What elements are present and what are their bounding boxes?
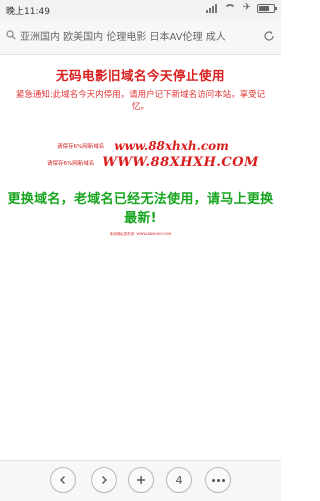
- domain-link-1[interactable]: www.88xhxh.com: [114, 139, 229, 153]
- menu-button[interactable]: [205, 467, 231, 493]
- forward-button[interactable]: [91, 467, 117, 493]
- more-icon: [211, 478, 225, 482]
- tab-count-button[interactable]: 4: [166, 467, 192, 493]
- domain-link-2[interactable]: WWW.88XHXH.COM: [102, 155, 259, 170]
- back-button[interactable]: [50, 467, 76, 493]
- new-tab-button[interactable]: [128, 467, 154, 493]
- address-bar[interactable]: 亚洲国内 欧美国内 伦理电影 日本AV伦理 成人: [0, 20, 281, 55]
- domain-label-2: 请保存6%网新域名: [47, 160, 95, 167]
- address-text[interactable]: 亚洲国内 欧美国内 伦理电影 日本AV伦理 成人: [20, 31, 256, 45]
- domain-label-1: 请保存6%网新域名: [57, 144, 105, 150]
- page-content: 无码电影旧域名今天停止使用 紧急通知:此域名今天内停用，请用户记下新域名访问本站…: [0, 55, 281, 460]
- status-icons: ✈: [205, 2, 277, 13]
- browser-toolbar: 4: [0, 460, 281, 501]
- domain-row-1: 请保存6%网新域名 www.88xhxh.com: [57, 139, 229, 153]
- status-bar: 晚上11:49 ✈: [0, 0, 281, 20]
- refresh-icon[interactable]: [263, 30, 275, 42]
- wifi-icon: [223, 3, 237, 13]
- signal-icon: [205, 3, 217, 13]
- domain-row-2: 请保存6%网新域名 WWW.88XHXH.COM: [47, 155, 259, 170]
- chevron-left-icon: [60, 476, 65, 484]
- airplane-icon: ✈: [242, 2, 251, 13]
- footnote: 本站网址发布页: WWW.88XHXH.COM: [109, 232, 172, 236]
- status-time: 晚上11:49: [6, 7, 50, 17]
- search-icon: [6, 30, 16, 40]
- chevron-right-icon: [102, 476, 107, 484]
- change-domain-warning: 更换域名，老域名已经无法使用，请马上更换最新!: [7, 192, 274, 226]
- plus-icon: [137, 476, 145, 484]
- battery-icon: [257, 3, 277, 13]
- page-title: 无码电影旧域名今天停止使用: [55, 68, 225, 83]
- urgent-notice: 紧急通知:此域名今天内停用，请用户记下新域名访问本站，享受记忆。: [15, 90, 266, 112]
